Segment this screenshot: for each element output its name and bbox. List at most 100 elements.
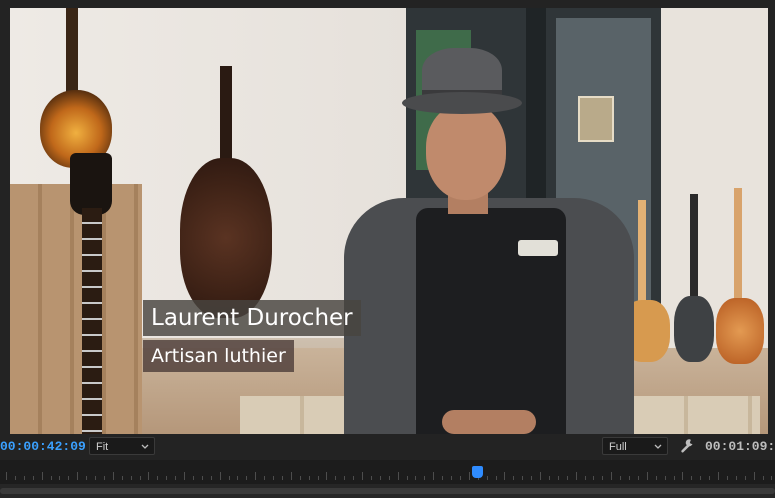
playhead-timecode[interactable]: 00:00:42:09 bbox=[0, 439, 86, 455]
ruler-tick bbox=[210, 476, 212, 480]
ruler-tick bbox=[753, 472, 755, 480]
ruler-tick bbox=[166, 476, 168, 480]
ruler-tick bbox=[157, 476, 159, 480]
ruler-tick bbox=[646, 472, 648, 480]
ruler-tick bbox=[433, 472, 435, 480]
playback-resolution-select[interactable]: Full bbox=[602, 437, 668, 455]
ruler-tick bbox=[353, 476, 355, 480]
guitar-rack-3 bbox=[716, 298, 764, 364]
ruler-tick bbox=[68, 476, 70, 480]
ruler-tick bbox=[281, 476, 283, 480]
ruler-tick bbox=[95, 476, 96, 480]
guitar-rack-2 bbox=[674, 296, 714, 362]
ruler-tick bbox=[637, 476, 639, 480]
ruler-tick bbox=[23, 476, 25, 480]
ruler-tick bbox=[192, 476, 194, 480]
ruler-tick bbox=[201, 476, 203, 480]
ruler-tick bbox=[397, 472, 399, 480]
timeline-scroll-thumb[interactable] bbox=[0, 488, 775, 494]
ruler-tick bbox=[86, 476, 88, 480]
ruler-tick bbox=[451, 476, 452, 480]
guitar-headstock bbox=[70, 153, 112, 215]
duration-timecode: 00:01:09:0 bbox=[705, 439, 775, 454]
ruler-tick bbox=[139, 476, 141, 480]
ruler-tick bbox=[415, 476, 417, 480]
ruler-tick bbox=[459, 476, 461, 480]
ruler-tick bbox=[406, 476, 408, 480]
ruler-tick bbox=[735, 476, 737, 480]
chevron-down-icon bbox=[654, 438, 662, 462]
ruler-tick bbox=[388, 476, 390, 480]
ruler-tick bbox=[691, 476, 693, 480]
playhead-handle[interactable] bbox=[472, 466, 483, 478]
ruler-tick bbox=[620, 476, 622, 480]
ruler-tick bbox=[504, 472, 506, 480]
ruler-tick bbox=[744, 476, 746, 480]
ruler-tick bbox=[175, 476, 177, 480]
scene-wall-right bbox=[661, 8, 768, 348]
ruler-tick bbox=[237, 476, 239, 480]
ruler-tick bbox=[540, 472, 541, 480]
lower-third-name: Laurent Durocher bbox=[143, 300, 361, 336]
ruler-tick bbox=[584, 476, 586, 480]
ruler-tick bbox=[442, 476, 444, 480]
guitar-fretboard bbox=[82, 208, 102, 434]
ruler-tick bbox=[655, 476, 657, 480]
timeline-ruler[interactable] bbox=[0, 460, 775, 484]
playback-resolution-value: Full bbox=[609, 441, 627, 453]
zoom-level-select[interactable]: Fit bbox=[89, 437, 155, 455]
ruler-tick bbox=[566, 476, 568, 480]
ruler-tick bbox=[468, 472, 470, 480]
ruler-tick bbox=[762, 476, 764, 480]
scene-wood-stand bbox=[10, 184, 142, 434]
ruler-tick bbox=[246, 476, 248, 480]
interviewee-face bbox=[426, 104, 506, 200]
ruler-tick bbox=[32, 476, 34, 480]
timeline-scrollbar[interactable] bbox=[0, 484, 775, 498]
wrench-icon[interactable] bbox=[679, 437, 695, 455]
ruler-tick bbox=[593, 476, 595, 480]
ruler-tick bbox=[771, 476, 773, 480]
ruler-tick bbox=[726, 476, 728, 480]
ruler-tick bbox=[290, 472, 292, 480]
ruler-tick bbox=[611, 472, 613, 480]
ruler-tick bbox=[103, 476, 105, 480]
ruler-tick bbox=[673, 476, 675, 480]
ruler-tick bbox=[121, 476, 123, 480]
ruler-tick bbox=[59, 476, 61, 480]
upright-bass bbox=[180, 158, 272, 318]
ruler-tick bbox=[575, 472, 577, 480]
ruler-tick bbox=[495, 476, 497, 480]
ruler-tick bbox=[77, 472, 79, 480]
ruler-tick bbox=[424, 476, 426, 480]
ruler-tick bbox=[700, 476, 702, 480]
ruler-tick bbox=[548, 476, 550, 480]
ruler-tick bbox=[264, 476, 266, 480]
lower-third-title: Artisan luthier bbox=[143, 340, 294, 372]
apron-badge bbox=[518, 240, 558, 256]
monitor-controls: 00:00:42:09 Fit Full 00:01:09:0 bbox=[0, 434, 775, 460]
zoom-level-value: Fit bbox=[96, 441, 109, 453]
interviewee bbox=[344, 48, 634, 434]
ruler-tick bbox=[228, 476, 230, 480]
video-viewer[interactable]: Laurent Durocher Artisan luthier bbox=[0, 0, 775, 434]
ruler-tick bbox=[344, 476, 346, 480]
ruler-tick bbox=[273, 476, 274, 480]
ruler-tick bbox=[308, 476, 310, 480]
ruler-tick bbox=[522, 476, 524, 480]
ruler-tick bbox=[718, 472, 719, 480]
ruler-tick bbox=[184, 472, 185, 480]
ruler-tick bbox=[362, 472, 363, 480]
ruler-tick bbox=[682, 472, 684, 480]
ruler-tick bbox=[6, 472, 7, 480]
ruler-tick bbox=[50, 476, 52, 480]
ruler-tick bbox=[14, 476, 16, 480]
ruler-tick bbox=[513, 476, 515, 480]
ruler-tick bbox=[379, 476, 381, 480]
ruler-tick bbox=[255, 472, 257, 480]
ruler-tick bbox=[370, 476, 372, 480]
ruler-tick bbox=[629, 476, 630, 480]
ruler-tick bbox=[299, 476, 301, 480]
video-frame bbox=[10, 8, 768, 434]
ruler-tick bbox=[326, 472, 328, 480]
